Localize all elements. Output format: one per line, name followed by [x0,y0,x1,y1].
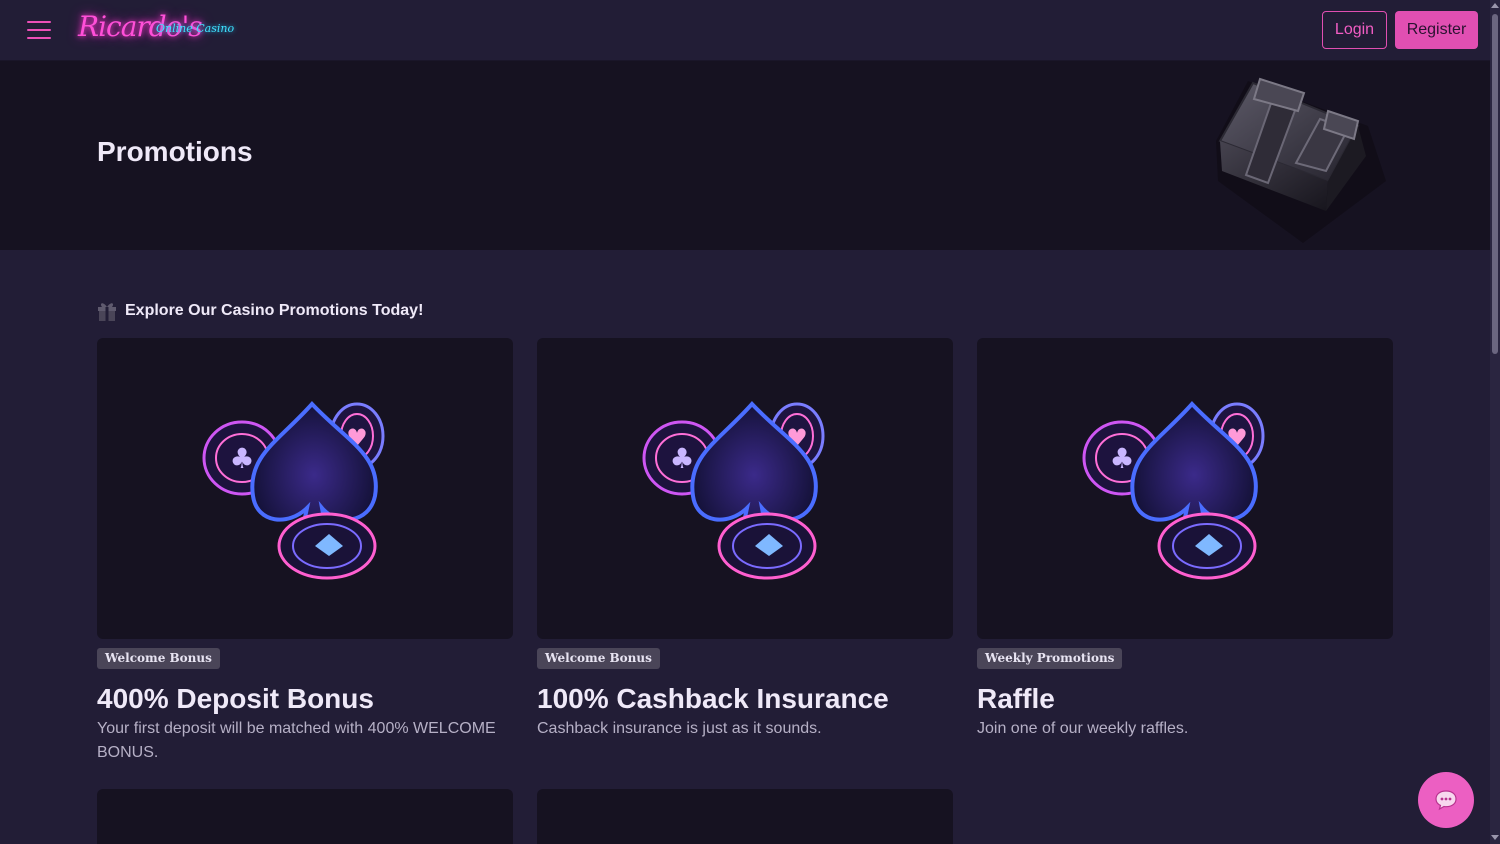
promo-card-image[interactable]: ♣ ♥ [537,338,953,639]
hamburger-menu-icon[interactable] [27,20,51,40]
site-header: Ricardo's Online Casino Login Register [0,0,1490,61]
promo-description: Cashback insurance is just as it sounds. [537,720,822,737]
register-button[interactable]: Register [1395,11,1478,49]
page-title: Promotions [97,136,253,167]
live-chat-button[interactable] [1418,772,1474,828]
promo-title[interactable]: Raffle [977,683,1393,715]
neon-spade-chips-icon: ♣ ♥ [1082,401,1265,580]
promo-description: Your first deposit will be matched with … [97,720,496,761]
scroll-up-arrow-icon[interactable] [1491,3,1499,8]
svg-text:♣: ♣ [1109,442,1134,475]
svg-text:♣: ♣ [229,442,254,475]
login-button[interactable]: Login [1322,11,1387,49]
section-heading: Explore Our Casino Promotions Today! [97,298,423,324]
logo-subtitle: Online Casino [156,22,235,35]
promo-description: Join one of our weekly raffles. [977,720,1189,737]
promo-card-partial[interactable] [537,789,953,844]
promo-category-badge: Weekly Promotions [977,648,1123,669]
neon-spade-chips-icon: ♣ ♥ [202,401,385,580]
promo-title[interactable]: 400% Deposit Bonus [97,683,513,715]
gift-box-icon [1216,77,1386,243]
scroll-thumb[interactable] [1492,14,1498,354]
promo-title[interactable]: 100% Cashback Insurance [537,683,953,715]
page-scrollbar[interactable] [1490,0,1500,844]
promo-card-image[interactable]: ♣ ♥ [977,338,1393,639]
site-logo[interactable]: Ricardo's Online Casino [78,8,234,50]
neon-spade-chips-icon: ♣ ♥ [642,401,825,580]
promo-category-badge: Welcome Bonus [97,648,220,669]
promo-card-cashback-insurance[interactable]: ♣ ♥ Welcome Bonus 100% Cashback Insuranc… [537,338,953,741]
svg-text:♣: ♣ [669,442,694,475]
scroll-down-arrow-icon[interactable] [1491,835,1499,840]
promo-card-raffle[interactable]: ♣ ♥ Weekly Promotions Raffle Join one of… [977,338,1393,741]
promo-card-deposit-bonus[interactable]: ♣ ♥ Welcome Bonus 400% Deposit Bonus You… [97,338,513,765]
section-heading-text: Explore Our Casino Promotions Today! [125,302,424,319]
chat-bubble-icon [1435,790,1457,811]
gift-icon [98,303,116,321]
promo-card-image[interactable]: ♣ ♥ [97,338,513,639]
promotions-banner: Promotions [0,61,1490,250]
promo-category-badge: Welcome Bonus [537,648,660,669]
promo-card-partial[interactable] [97,789,513,844]
